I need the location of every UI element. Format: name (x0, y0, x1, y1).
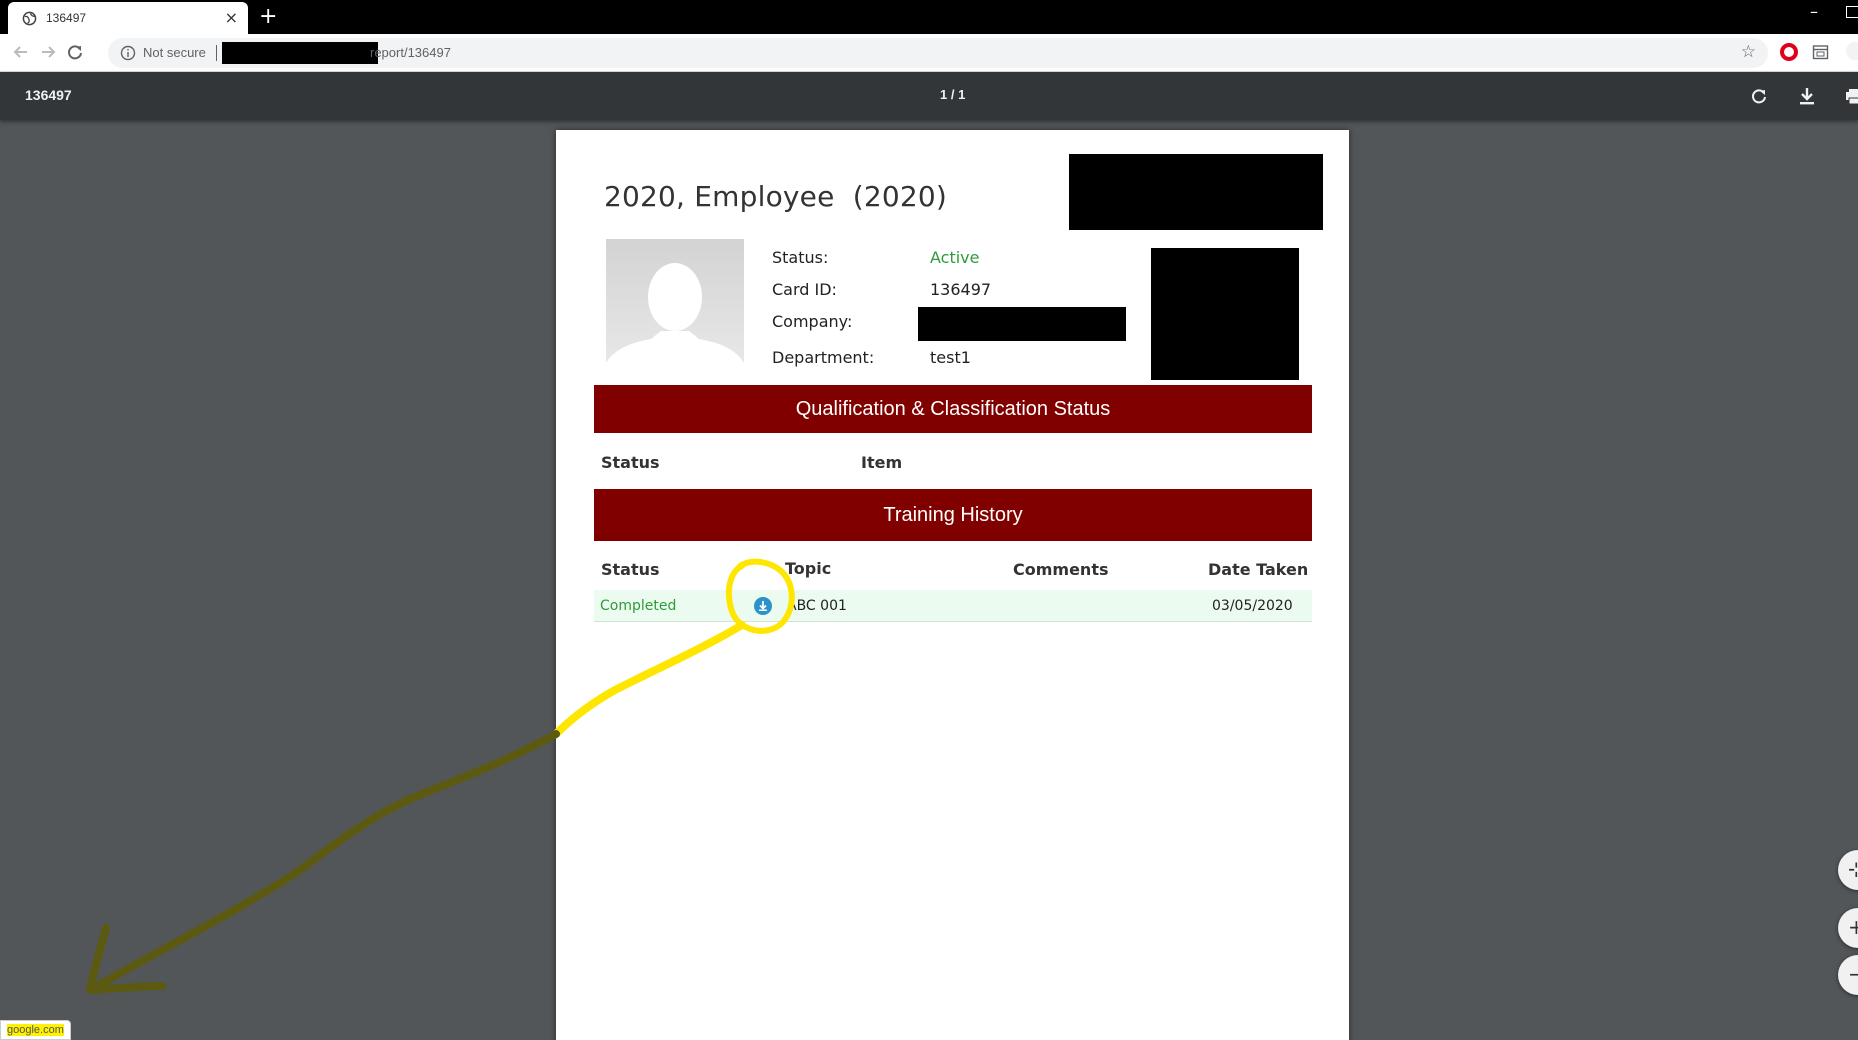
avatar (606, 239, 744, 377)
tab-strip: 136497 × + – (0, 0, 1858, 34)
status-value: Active (930, 248, 980, 267)
tab-close-icon[interactable]: × (225, 8, 238, 28)
department-label: Department: (772, 348, 875, 367)
pdf-toolbar: 136497 1 / 1 (0, 72, 1858, 120)
table-row: Completed ABC 001 03/05/2020 (594, 590, 1312, 622)
print-icon[interactable] (1844, 85, 1858, 107)
department-value: test1 (930, 348, 971, 367)
download-icon[interactable] (1796, 85, 1818, 107)
employee-heading: 2020, Employee (2020) (604, 180, 948, 213)
browser-toolbar: Not secure report/136497 ☆ (0, 34, 1858, 72)
training-topic-header: Topic (785, 559, 832, 578)
training-comments-header: Comments (1013, 560, 1109, 579)
pdf-page-indicator: 1 / 1 (940, 87, 966, 102)
qualification-section-header: Qualification & Classification Status (594, 385, 1312, 433)
status-bubble-text: google.com (7, 1024, 64, 1036)
person-silhouette-icon (606, 263, 744, 377)
url-text: report/136497 (370, 45, 451, 60)
pdf-page: 2020, Employee (2020) Status: Active Car… (556, 130, 1349, 1040)
security-status-text: Not secure (143, 45, 206, 60)
zoom-in-button[interactable]: + (1838, 908, 1858, 948)
fit-page-icon: ⊹ (1848, 857, 1858, 881)
back-arrow-icon[interactable] (10, 41, 32, 63)
fit-to-page-button[interactable]: ⊹ (1838, 850, 1858, 890)
card-id-label: Card ID: (772, 280, 837, 299)
window-restore-button[interactable] (1846, 6, 1858, 18)
calendar-extension-icon[interactable] (1812, 43, 1829, 60)
row-date-taken: 03/05/2020 (1212, 598, 1293, 614)
tab-title: 136497 (46, 11, 87, 25)
row-topic: ABC 001 (787, 598, 847, 614)
training-date-header: Date Taken (1208, 560, 1309, 579)
window-minimize-button[interactable]: – (1810, 2, 1818, 21)
redacted-logo (1069, 154, 1323, 230)
status-label: Status: (772, 248, 829, 267)
address-bar[interactable]: Not secure report/136497 ☆ (108, 38, 1768, 68)
info-icon[interactable] (120, 45, 136, 61)
omnibox-divider (216, 45, 217, 61)
redacted-qr-code (1151, 248, 1299, 380)
card-id-value: 136497 (930, 280, 992, 299)
opera-extension-icon[interactable] (1780, 43, 1798, 61)
redacted-company-value (918, 307, 1126, 341)
qualification-status-header: Status (601, 453, 660, 472)
reload-icon[interactable] (64, 41, 86, 63)
rotate-icon[interactable] (1748, 85, 1770, 107)
training-status-header: Status (601, 560, 660, 579)
profile-avatar[interactable] (1846, 42, 1858, 60)
certificate-download-icon[interactable] (754, 597, 772, 615)
link-status-bubble: google.com (0, 1020, 71, 1040)
redacted-host (222, 42, 378, 64)
company-label: Company: (772, 312, 853, 331)
pdf-document-title: 136497 (25, 87, 72, 103)
zoom-in-icon: + (1848, 915, 1858, 939)
zoom-out-icon: − (1848, 962, 1858, 986)
row-status: Completed (600, 598, 677, 614)
zoom-out-button[interactable]: − (1838, 955, 1858, 995)
qualification-item-header: Item (861, 453, 903, 472)
bookmark-star-icon[interactable]: ☆ (1741, 42, 1756, 62)
globe-icon (22, 11, 37, 26)
training-section-header: Training History (594, 489, 1312, 541)
new-tab-button[interactable]: + (259, 4, 277, 30)
browser-tab[interactable]: 136497 × (8, 2, 248, 34)
forward-arrow-icon[interactable] (37, 41, 59, 63)
